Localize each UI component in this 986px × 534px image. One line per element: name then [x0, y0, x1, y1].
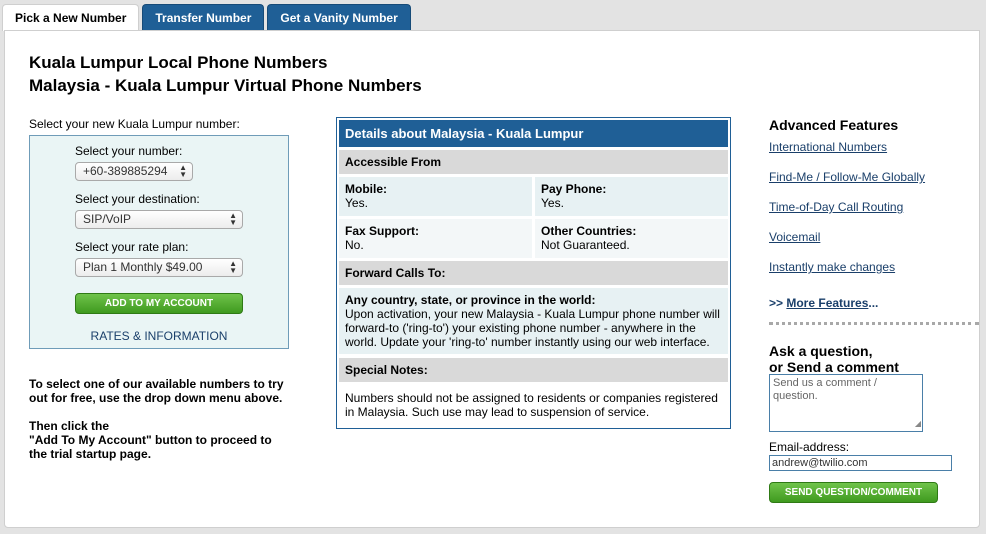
destination-select-label: Select your destination: — [75, 192, 200, 206]
special-notes-text: Numbers should not be assigned to reside… — [339, 386, 728, 424]
ask-title-line: or Send a comment — [769, 359, 899, 375]
instructions-2: Then click the "Add To My Account" butto… — [29, 419, 299, 461]
select-arrows-icon: ▲ ▼ — [229, 211, 237, 227]
feature-link-voicemail[interactable]: Voicemail — [769, 230, 820, 244]
other-countries-label: Other Countries: — [541, 224, 637, 238]
notes-line: in Malaysia. Such use may lead to suspen… — [345, 405, 650, 419]
mobile-cell: Mobile: Yes. — [339, 177, 532, 216]
payphone-value: Yes. — [541, 196, 564, 210]
tab-transfer-number[interactable]: Transfer Number — [142, 4, 265, 30]
destination-select[interactable]: SIP/VoIP ▲ ▼ — [75, 210, 243, 229]
page-titles: Kuala Lumpur Local Phone Numbers Malaysi… — [29, 51, 422, 97]
tab-vanity-number[interactable]: Get a Vanity Number — [267, 4, 411, 30]
number-select[interactable]: +60-389885294 ▲ ▼ — [75, 162, 193, 181]
more-features-suffix: ... — [868, 296, 879, 310]
forward-calls-text: Any country, state, or province in the w… — [339, 288, 728, 354]
details-header: Details about Malaysia - Kuala Lumpur — [339, 120, 728, 147]
picker-intro: Select your new Kuala Lumpur number: — [29, 117, 240, 131]
more-features: >> More Features... — [769, 296, 878, 310]
instructions-line: "Add To My Account" button to proceed to — [29, 433, 272, 447]
plan-select-label: Select your rate plan: — [75, 240, 189, 254]
email-label: Email-address: — [769, 440, 850, 454]
other-countries-value: Not Guaranteed. — [541, 238, 630, 252]
select-arrows-icon: ▲ ▼ — [229, 259, 237, 275]
accessible-from-heading: Accessible From — [339, 150, 728, 174]
instructions-line: To select one of our available numbers t… — [29, 377, 284, 391]
fax-label: Fax Support: — [345, 224, 419, 238]
resize-grip-icon[interactable]: ◢ — [915, 417, 921, 430]
more-features-link[interactable]: More Features — [786, 296, 868, 310]
select-arrows-icon: ▲ ▼ — [179, 163, 187, 179]
more-features-prefix: >> — [769, 296, 784, 310]
number-picker-box: Select your number: +60-389885294 ▲ ▼ Sel… — [29, 135, 289, 349]
payphone-label: Pay Phone: — [541, 182, 607, 196]
tab-bar: Pick a New Number Transfer Number Get a … — [2, 4, 414, 31]
advanced-features-title: Advanced Features — [769, 117, 899, 133]
details-table: Details about Malaysia - Kuala Lumpur Ac… — [336, 117, 731, 429]
special-notes-heading: Special Notes: — [339, 358, 728, 382]
tab-pick-new-number[interactable]: Pick a New Number — [2, 4, 140, 31]
plan-select[interactable]: Plan 1 Monthly $49.00 ▲ ▼ — [75, 258, 243, 277]
destination-select-value: SIP/VoIP — [83, 212, 132, 226]
number-select-label: Select your number: — [75, 144, 183, 158]
ask-question-title: Ask a question, or Send a comment — [769, 343, 899, 375]
comment-placeholder: Send us a comment / question. — [773, 377, 877, 402]
feature-link-instant-changes[interactable]: Instantly make changes — [769, 260, 895, 274]
forward-line: forward-to ('ring-to') your existing pho… — [345, 321, 696, 335]
email-input[interactable]: andrew@twilio.com — [769, 455, 952, 471]
page-subtitle: Malaysia - Kuala Lumpur Virtual Phone Nu… — [29, 76, 422, 95]
fax-cell: Fax Support: No. — [339, 219, 532, 258]
payphone-cell: Pay Phone: Yes. — [535, 177, 728, 216]
page-title: Kuala Lumpur Local Phone Numbers — [29, 53, 328, 72]
feature-link-time-of-day[interactable]: Time-of-Day Call Routing — [769, 200, 903, 214]
forward-calls-heading: Forward Calls To: — [339, 261, 728, 285]
rates-information-link[interactable]: RATES & INFORMATION — [30, 329, 288, 343]
feature-link-find-me[interactable]: Find-Me / Follow-Me Globally — [769, 170, 925, 184]
notes-line: Numbers should not be assigned to reside… — [345, 391, 718, 405]
other-countries-cell: Other Countries: Not Guaranteed. — [535, 219, 728, 258]
instructions-line: out for free, use the drop down menu abo… — [29, 391, 283, 405]
dotted-divider — [769, 322, 979, 325]
mobile-label: Mobile: — [345, 182, 387, 196]
add-to-account-button[interactable]: ADD TO MY ACCOUNT — [75, 293, 243, 314]
feature-link-international-numbers[interactable]: International Numbers — [769, 140, 887, 154]
instructions-line: the trial startup page. — [29, 447, 152, 461]
send-question-button[interactable]: SEND QUESTION/COMMENT — [769, 482, 938, 503]
number-select-value: +60-389885294 — [83, 164, 168, 178]
forward-calls-subhead: Any country, state, or province in the w… — [345, 293, 596, 307]
comment-textarea[interactable]: Send us a comment / question. ◢ — [769, 374, 923, 432]
plan-select-value: Plan 1 Monthly $49.00 — [83, 260, 203, 274]
mobile-value: Yes. — [345, 196, 368, 210]
fax-value: No. — [345, 238, 364, 252]
forward-line: Upon activation, your new Malaysia - Kua… — [345, 307, 720, 321]
content-panel: Kuala Lumpur Local Phone Numbers Malaysi… — [4, 30, 980, 528]
forward-line: world. Update your 'ring-to' number inst… — [345, 335, 710, 349]
ask-title-line: Ask a question, — [769, 343, 873, 359]
instructions-1: To select one of our available numbers t… — [29, 377, 299, 405]
instructions-line: Then click the — [29, 419, 110, 433]
